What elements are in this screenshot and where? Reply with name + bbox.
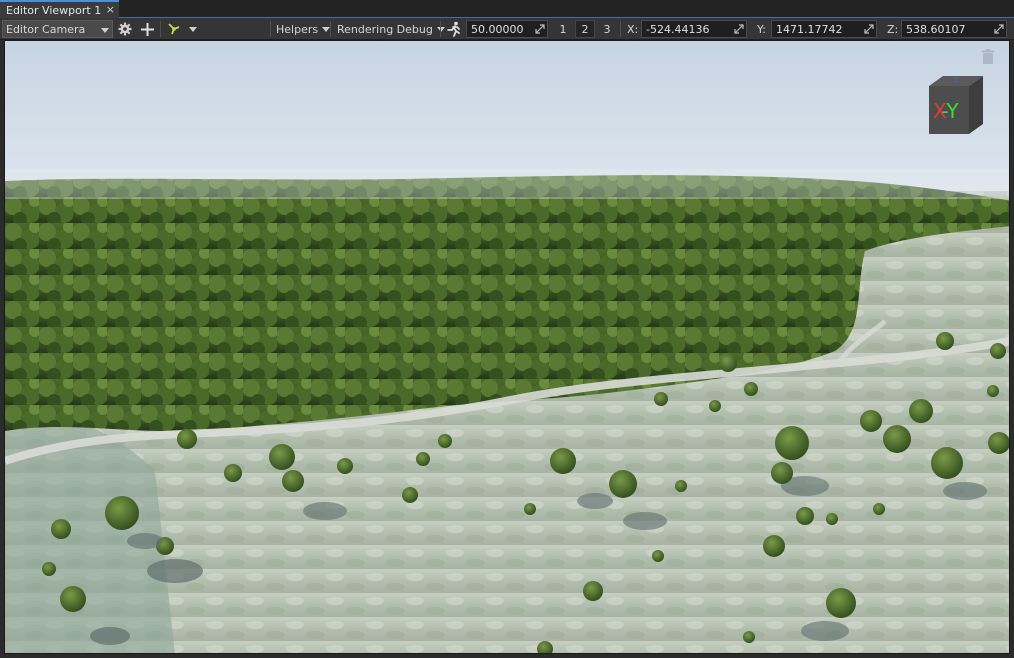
snap-dropdown[interactable] bbox=[187, 18, 199, 40]
camera-speed-button[interactable] bbox=[444, 18, 464, 40]
walk-speed-icon bbox=[447, 21, 460, 37]
speed-preset-label: 3 bbox=[603, 22, 611, 36]
orientation-gizmo[interactable]: Z X -Y bbox=[921, 72, 987, 138]
z-label: Z: bbox=[887, 22, 899, 36]
snap-button[interactable] bbox=[164, 18, 184, 40]
camera-speed-field[interactable]: 50.00000 bbox=[466, 20, 548, 38]
spinner-icon[interactable] bbox=[994, 24, 1004, 34]
speed-preset-label: 1 bbox=[559, 22, 567, 36]
y-coordinate-value: 1471.17742 bbox=[776, 22, 843, 36]
x-coordinate-field[interactable]: -524.44136 bbox=[641, 20, 747, 38]
rendering-debug-text: Rendering Debug bbox=[337, 22, 433, 36]
add-button[interactable] bbox=[137, 18, 157, 40]
settings-button[interactable] bbox=[115, 18, 135, 40]
gizmo-top-label: Z bbox=[954, 76, 959, 84]
gear-icon bbox=[118, 22, 132, 36]
toolbar-separator bbox=[620, 21, 621, 37]
3d-viewport[interactable]: Z X -Y bbox=[4, 40, 1010, 654]
camera-speed-value: 50.00000 bbox=[471, 22, 524, 36]
toolbar-separator bbox=[330, 21, 331, 37]
y-label: Y: bbox=[757, 22, 766, 36]
gizmo-face-label: -Y bbox=[941, 99, 959, 123]
tab-bar: Editor Viewport 1 × bbox=[0, 0, 1014, 18]
spinner-icon[interactable] bbox=[864, 24, 874, 34]
plus-icon bbox=[140, 22, 154, 36]
x-coordinate-value: -524.44136 bbox=[646, 22, 710, 36]
speed-preset-label: 2 bbox=[581, 22, 589, 36]
toolbar-separator bbox=[160, 21, 161, 37]
toolbar-separator bbox=[270, 21, 271, 37]
rendering-debug-label: Rendering Debug bbox=[337, 23, 445, 36]
helpers-text: Helpers bbox=[276, 22, 319, 36]
trash-icon[interactable] bbox=[981, 49, 995, 65]
gizmo-side-face[interactable] bbox=[969, 76, 983, 134]
spinner-icon[interactable] bbox=[535, 24, 545, 34]
viewport-toolbar: Editor Camera Helpers Rendering Debug 50… bbox=[0, 18, 1014, 40]
helpers-label: Helpers bbox=[276, 22, 331, 36]
chevron-down-icon bbox=[189, 27, 197, 32]
y-coordinate-field[interactable]: 1471.17742 bbox=[771, 20, 877, 38]
chevron-down-icon bbox=[101, 28, 109, 33]
toolbar-separator bbox=[440, 21, 441, 37]
z-coordinate-value: 538.60107 bbox=[906, 22, 966, 36]
camera-select[interactable]: Editor Camera bbox=[2, 20, 113, 38]
helpers-dropdown[interactable]: Helpers bbox=[276, 18, 331, 40]
z-coordinate-field[interactable]: 538.60107 bbox=[901, 20, 1007, 38]
speed-preset-2[interactable]: 2 bbox=[575, 20, 595, 38]
camera-select-value: Editor Camera bbox=[6, 22, 86, 36]
terrain-scene bbox=[5, 41, 1009, 653]
rendering-debug-dropdown[interactable]: Rendering Debug bbox=[337, 18, 445, 40]
horizon-haze bbox=[5, 169, 1009, 199]
speed-preset-3[interactable]: 3 bbox=[597, 20, 617, 38]
spinner-icon[interactable] bbox=[734, 24, 744, 34]
x-label: X: bbox=[627, 22, 639, 36]
snap-icon bbox=[168, 23, 180, 35]
close-icon[interactable]: × bbox=[106, 3, 115, 16]
chevron-down-icon bbox=[322, 26, 331, 32]
tab-title: Editor Viewport 1 bbox=[6, 3, 102, 17]
speed-preset-1[interactable]: 1 bbox=[553, 20, 573, 38]
tab-editor-viewport[interactable]: Editor Viewport 1 × bbox=[0, 0, 119, 18]
